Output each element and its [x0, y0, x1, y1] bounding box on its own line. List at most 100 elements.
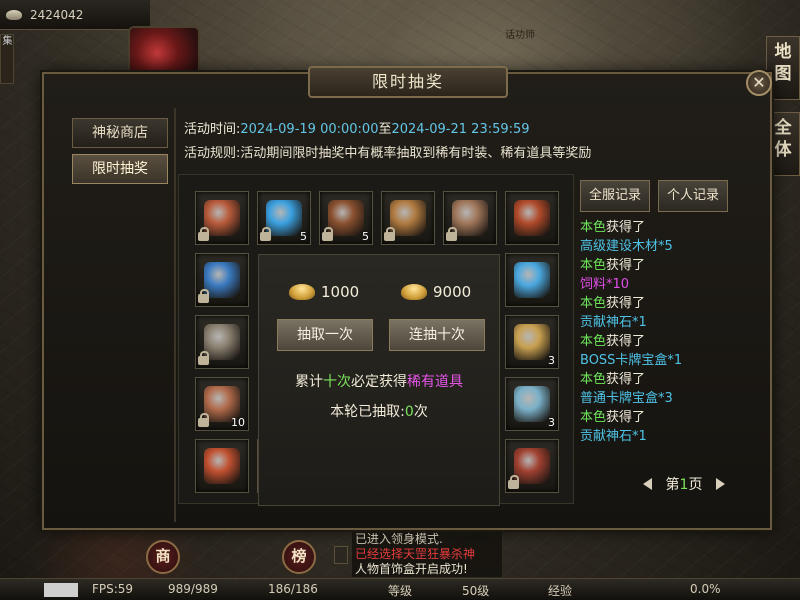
- npc-name-label: 话功师: [505, 30, 535, 41]
- record-verb: 获得了: [606, 220, 646, 235]
- mp-text: 186/186: [268, 582, 318, 596]
- fps-text: FPS:59: [92, 582, 134, 596]
- record-verb: 获得了: [606, 410, 646, 425]
- level-text: 50级: [462, 584, 490, 598]
- blue-gem-icon: [514, 262, 550, 298]
- prize-slot[interactable]: 10: [195, 377, 249, 431]
- card-box-icon: [514, 386, 550, 422]
- record-line: 本色获得了: [580, 256, 770, 275]
- next-page-icon[interactable]: [716, 478, 726, 490]
- window-nav: 神秘商店 限时抽奖: [72, 118, 168, 190]
- item-count: 5: [300, 230, 307, 243]
- record-line: 本色获得了: [580, 332, 770, 351]
- nav-limited-lottery[interactable]: 限时抽奖: [72, 154, 168, 184]
- record-line: 本色获得了: [580, 370, 770, 389]
- prize-slot[interactable]: 3: [505, 377, 559, 431]
- record-player[interactable]: 本色: [580, 372, 606, 387]
- exp-label: 经验: [548, 584, 573, 598]
- gold-display: 2424042: [0, 0, 150, 30]
- record-player[interactable]: 本色: [580, 296, 606, 311]
- wood-bundle-icon: [328, 200, 364, 236]
- close-button[interactable]: ✕: [746, 70, 772, 96]
- record-player[interactable]: 本色: [580, 220, 606, 235]
- gold-ingot-icon: [401, 284, 427, 300]
- lottery-window: 限时抽奖 ✕ 神秘商店 限时抽奖 活动时间:2024-09-19 00:00:0…: [42, 66, 772, 530]
- prize-slot[interactable]: [505, 191, 559, 245]
- prize-slot[interactable]: [505, 439, 559, 493]
- item-count: 3: [548, 354, 555, 367]
- rank-button[interactable]: 榜: [282, 540, 316, 574]
- record-verb: 获得了: [606, 296, 646, 311]
- chat-log: 已进入领身模式. 已经选择天罡狂暴杀神 人物首饰盒开启成功!: [352, 532, 502, 577]
- lock-icon: [446, 227, 457, 241]
- record-line: 本色获得了: [580, 408, 770, 427]
- draw-ten-button[interactable]: 连抽十次: [389, 319, 485, 351]
- chat-expand-icon[interactable]: [334, 546, 348, 564]
- chat-line: 已进入领身模式.: [352, 532, 502, 547]
- prize-slot[interactable]: 3: [505, 315, 559, 369]
- left-side-tab[interactable]: 集: [0, 34, 14, 84]
- exp-text: 0.0%: [690, 582, 721, 596]
- prize-slot[interactable]: [195, 253, 249, 307]
- gold-ingot-icon: [289, 284, 315, 300]
- item-count: 10: [231, 416, 245, 429]
- prize-slot[interactable]: [443, 191, 497, 245]
- record-player[interactable]: 本色: [580, 258, 606, 273]
- activity-info: 活动时间:2024-09-19 00:00:00至2024-09-21 23:5…: [184, 118, 591, 166]
- prize-slot[interactable]: [195, 439, 249, 493]
- guarantee-text: 累计十次必定获得稀有道具: [295, 374, 463, 390]
- record-player[interactable]: 本色: [580, 334, 606, 349]
- lock-icon: [508, 475, 519, 489]
- red-scroll-icon: [204, 448, 240, 484]
- status-box: [44, 583, 78, 597]
- potion-icon: [204, 262, 240, 298]
- nav-mystery-shop[interactable]: 神秘商店: [72, 118, 168, 148]
- record-list: 本色获得了 高级建设木材*5 本色获得了 饲料*10 本色获得了 贡献神石*1 本色获得了 B…: [580, 218, 770, 458]
- prize-slot[interactable]: [195, 191, 249, 245]
- lock-icon: [198, 351, 209, 365]
- shop-button[interactable]: 商: [146, 540, 180, 574]
- lock-icon: [198, 227, 209, 241]
- chest-icon: [390, 200, 426, 236]
- treasure-chest-icon: [514, 200, 550, 236]
- prize-slot[interactable]: [381, 191, 435, 245]
- hp-text: 989/989: [168, 582, 218, 596]
- draw-panel: 1000 9000 抽取一次 连抽十次 累计十次必定获得稀有道具 本轮已抽取:0…: [258, 254, 500, 506]
- draw-once-button[interactable]: 抽取一次: [277, 319, 373, 351]
- record-verb: 获得了: [606, 258, 646, 273]
- tab-all-server-records[interactable]: 全服记录: [580, 180, 650, 212]
- page-indicator: 第1页: [665, 477, 703, 493]
- prize-slot[interactable]: [505, 253, 559, 307]
- item-count: 5: [362, 230, 369, 243]
- lock-icon: [198, 289, 209, 303]
- record-item: 贡献神石*1: [580, 429, 647, 444]
- ten-cost: 9000: [401, 283, 471, 301]
- record-verb: 获得了: [606, 372, 646, 387]
- record-item: 普通卡牌宝盒*3: [580, 391, 673, 406]
- record-item: 饲料*10: [580, 277, 630, 292]
- bottle-icon: [204, 324, 240, 360]
- pager: 第1页: [604, 474, 764, 494]
- record-tabs: 全服记录 个人记录: [580, 180, 728, 212]
- record-line: 本色获得了: [580, 218, 770, 237]
- chat-line: 已经选择天罡狂暴杀神: [352, 547, 502, 562]
- chat-line: 人物首饰盒开启成功!: [352, 562, 502, 577]
- lock-icon: [322, 227, 333, 241]
- record-player[interactable]: 本色: [580, 410, 606, 425]
- item-count: 3: [548, 416, 555, 429]
- prize-slot[interactable]: 5: [319, 191, 373, 245]
- activity-time: 活动时间:2024-09-19 00:00:00至2024-09-21 23:5…: [184, 122, 530, 137]
- record-item: 高级建设木材*5: [580, 239, 673, 254]
- prev-page-icon[interactable]: [642, 478, 652, 490]
- lock-icon: [198, 413, 209, 427]
- gold-amount: 2424042: [30, 7, 84, 22]
- activity-rule: 活动规则:活动期间限时抽奖中有概率抽取到稀有时装、稀有道具等奖励: [184, 146, 592, 161]
- record-item: 贡献神石*1: [580, 315, 647, 330]
- single-cost: 1000: [289, 283, 359, 301]
- prize-slot[interactable]: 5: [257, 191, 311, 245]
- prize-slot[interactable]: [195, 315, 249, 369]
- status-bar: FPS:59 989/989 186/186 等级 50级 经验 0.0%: [0, 578, 800, 600]
- tab-personal-records[interactable]: 个人记录: [658, 180, 728, 212]
- record-line: 本色获得了: [580, 294, 770, 313]
- level-label: 等级: [388, 584, 413, 598]
